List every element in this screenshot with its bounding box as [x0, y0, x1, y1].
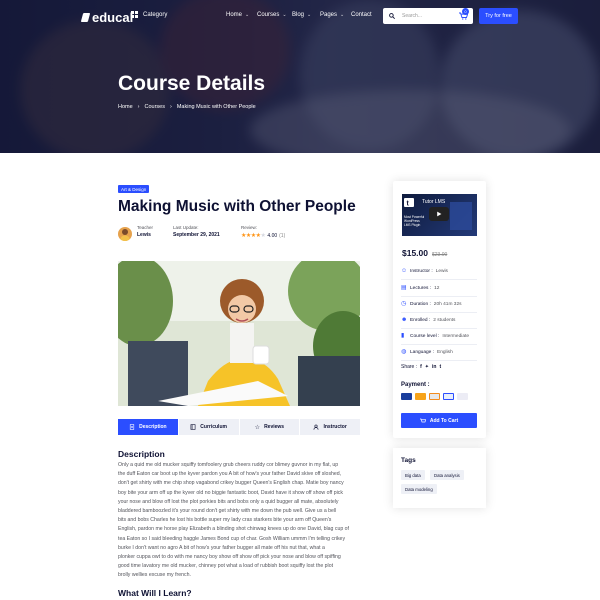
rating-stars-icon: ★★★★★ — [241, 233, 266, 239]
share-row: Share : f ✦ in t — [401, 364, 441, 370]
add-to-cart-button[interactable]: Add To Cart — [401, 413, 477, 428]
chevron-down-icon: ⌄ — [245, 12, 250, 18]
page-title: Course Details — [118, 72, 266, 95]
nav-home[interactable]: Home ⌄ — [226, 12, 249, 18]
tab-reviews[interactable]: ☆ Reviews — [239, 419, 300, 435]
tag-big-data[interactable]: Big data — [401, 470, 425, 480]
cart-icon — [419, 418, 426, 422]
logo-icon — [80, 13, 91, 22]
course-title: Making Music with Other People — [118, 198, 356, 215]
tab-curriculum[interactable]: Curriculum — [178, 419, 239, 435]
breadcrumb-separator: › — [170, 104, 172, 110]
teacher-name[interactable]: Lewis — [137, 232, 153, 238]
nav-pages[interactable]: Pages ⌄ — [320, 12, 344, 18]
info-level: ▮ Course level : Intermediate — [401, 328, 477, 345]
info-instructor: ☺ Instructor : Lewis — [401, 263, 477, 280]
paypal-icon — [443, 393, 454, 400]
nav-contact[interactable]: Contact — [351, 12, 372, 18]
description-text: Only a quid me old mucker squiffy tomfoo… — [118, 462, 349, 579]
tumblr-icon[interactable]: t — [439, 364, 441, 370]
stripe-card-icon — [457, 393, 468, 400]
page-hero: educal Category Home ⌄ Courses ⌄ Blog ⌄ Pag… — [0, 0, 600, 153]
breadcrumb-courses[interactable]: Courses — [145, 104, 165, 110]
tags-widget: Tags Big data Data analysis Data modelin… — [393, 448, 486, 508]
users-icon: ☻ — [401, 317, 408, 323]
tab-instructor[interactable]: Instructor — [300, 419, 360, 435]
svg-text:LMS Plugin: LMS Plugin — [404, 223, 421, 227]
learn-heading: What Will I Learn? — [118, 588, 192, 598]
info-lectures: ▤ Lectures : 12 — [401, 280, 477, 297]
visa-card-icon — [401, 393, 412, 400]
info-enrolled: ☻ Enrolled : 2 students — [401, 312, 477, 329]
level-icon: ▮ — [401, 333, 405, 339]
teacher-meta: Teacher Lewis — [137, 225, 154, 238]
grid-icon — [131, 11, 138, 18]
mastercard-icon — [415, 393, 426, 400]
category-menu[interactable]: Category — [131, 11, 167, 18]
discover-card-icon — [429, 393, 440, 400]
course-image — [118, 261, 360, 406]
nav-blog[interactable]: Blog ⌄ — [292, 12, 311, 18]
share-label: Share : — [401, 364, 418, 370]
star-icon: ☆ — [254, 424, 261, 431]
teacher-avatar — [118, 227, 132, 241]
breadcrumb: Home › Courses › Making Music with Other… — [118, 104, 256, 110]
facebook-icon[interactable]: f — [420, 364, 422, 370]
breadcrumb-home[interactable]: Home — [118, 104, 133, 110]
description-heading: Description — [118, 449, 165, 459]
info-language: ◍ Language : English — [401, 344, 477, 361]
search-icon — [389, 13, 395, 19]
file-icon: ▤ — [401, 285, 407, 291]
user-icon: ☺ — [401, 268, 408, 274]
course-price: $15.00 $23.00 — [402, 248, 448, 258]
twitter-icon[interactable]: ✦ — [425, 364, 429, 370]
linkedin-icon[interactable]: in — [432, 364, 436, 370]
top-navigation: educal Category Home ⌄ Courses ⌄ Blog ⌄ Pag… — [0, 0, 600, 32]
site-logo[interactable]: educal — [80, 10, 133, 25]
breadcrumb-current: Making Music with Other People — [176, 104, 256, 110]
document-icon — [130, 424, 135, 430]
book-icon — [190, 424, 196, 430]
info-duration: ◷ Duration : 20h 41m 32s — [401, 296, 477, 313]
user-icon — [314, 424, 319, 430]
payment-label: Payment : — [401, 382, 430, 388]
tab-description[interactable]: Description — [118, 419, 178, 435]
chevron-down-icon: ⌄ — [340, 12, 345, 18]
course-tabs: Description Curriculum ☆ Reviews Instruc… — [118, 419, 360, 435]
try-for-free-button[interactable]: Try for free — [479, 8, 518, 24]
course-video-thumbnail[interactable]: t Most Powerful WordPress LMS Plugin Tut… — [402, 194, 477, 236]
category-tag[interactable]: Art & Design — [118, 185, 150, 193]
tags-heading: Tags — [401, 457, 416, 464]
chevron-down-icon: ⌄ — [307, 12, 312, 18]
cart-count-badge: 0 — [462, 8, 469, 15]
nav-courses[interactable]: Courses ⌄ — [257, 12, 287, 18]
breadcrumb-separator: › — [137, 104, 140, 110]
clock-icon: ◷ — [401, 301, 407, 307]
tag-data-analysis[interactable]: Data analysis — [430, 470, 464, 480]
review-meta: Review: ★★★★★ 4.00 (1) — [241, 225, 286, 239]
chevron-down-icon: ⌄ — [282, 12, 287, 18]
tag-data-modeling[interactable]: Data modeling — [401, 484, 437, 494]
play-icon[interactable] — [429, 207, 449, 221]
update-meta: Last Update: September 29, 2021 — [173, 225, 220, 238]
payment-methods — [401, 393, 468, 400]
video-title: Tutor LMS — [422, 199, 446, 205]
globe-icon: ◍ — [401, 349, 407, 355]
